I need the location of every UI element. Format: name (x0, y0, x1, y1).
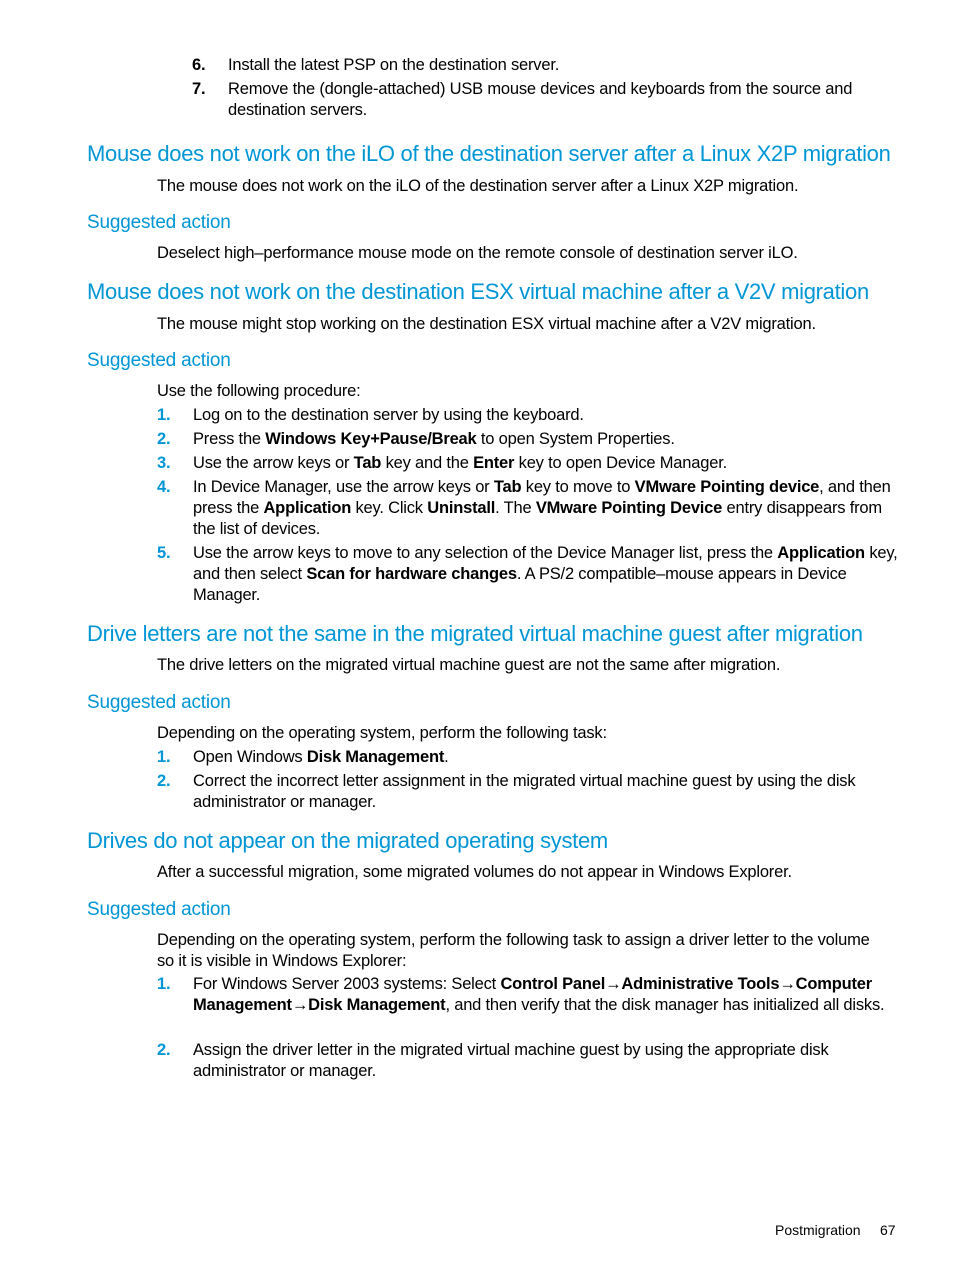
step-text: Use the arrow keys or Tab key and the En… (193, 454, 727, 472)
list-item: 1. Log on to the destination server by us… (157, 405, 902, 426)
step-number: 1. (157, 975, 171, 993)
action-text: Depending on the operating system, perfo… (157, 931, 870, 970)
section-description: The drive letters on the migrated virtua… (157, 656, 781, 674)
step-text: In Device Manager, use the arrow keys or… (193, 478, 891, 538)
section-description: The mouse might stop working on the dest… (157, 315, 816, 333)
list-item: 2. Assign the driver letter in the migrat… (157, 1040, 902, 1082)
list-item: 4. In Device Manager, use the arrow keys … (157, 477, 902, 540)
ui-term: Tab (353, 454, 382, 472)
step-text: For Windows Server 2003 systems: Select … (193, 975, 885, 1014)
section-description: The mouse does not work on the iLO of th… (157, 177, 799, 195)
step-text: Install the latest PSP on the destinatio… (228, 56, 560, 74)
ui-term: Control Panel→Administrative Tools→Compu… (193, 975, 872, 1014)
step-number: 7. (192, 80, 206, 98)
suggested-action-heading: Suggested action (87, 692, 231, 713)
step-text: Log on to the destination server by usin… (193, 406, 584, 424)
suggested-action-heading: Suggested action (87, 899, 231, 920)
ui-term: Enter (473, 454, 515, 472)
step-number: 4. (157, 478, 171, 496)
list-item: 2. Press the Windows Key+Pause/Break to o… (157, 429, 902, 450)
step-text: Remove the (dongle-attached) USB mouse d… (228, 80, 853, 119)
ui-term: Tab (493, 478, 522, 496)
step-number: 2. (157, 1041, 171, 1059)
step-number: 2. (157, 430, 171, 448)
step-text: Use the arrow keys to move to any select… (193, 544, 898, 604)
step-number: 1. (157, 406, 171, 424)
section-heading: Drives do not appear on the migrated ope… (87, 828, 608, 853)
section-heading: Mouse does not work on the iLO of the de… (87, 141, 891, 166)
step-number: 2. (157, 772, 171, 790)
list-item: 1. For Windows Server 2003 systems: Selec… (157, 974, 902, 1016)
step-text: Open Windows Disk Management. (193, 748, 449, 766)
ui-term: VMware Pointing Device (535, 499, 723, 517)
ui-term: Scan for hardware changes (306, 565, 517, 583)
section-heading: Drive letters are not the same in the mi… (87, 621, 863, 646)
list-item: 7. Remove the (dongle-attached) USB mous… (192, 79, 902, 121)
document-page: 6. Install the latest PSP on the destina… (0, 0, 954, 1271)
list-item: 3. Use the arrow keys or Tab key and the … (157, 453, 902, 474)
action-text: Depending on the operating system, perfo… (157, 724, 607, 742)
suggested-action-heading: Suggested action (87, 212, 231, 233)
list-item: 1. Open Windows Disk Management. (157, 747, 902, 768)
list-item: 5. Use the arrow keys to move to any sele… (157, 543, 902, 606)
step-number: 5. (157, 544, 171, 562)
page-number: 67 (880, 1222, 896, 1238)
step-text: Press the Windows Key+Pause/Break to ope… (193, 430, 675, 448)
ui-term: VMware Pointing device (634, 478, 820, 496)
suggested-action-heading: Suggested action (87, 350, 231, 371)
section-description: After a successful migration, some migra… (157, 863, 792, 881)
list-item: 2. Correct the incorrect letter assignmen… (157, 771, 902, 813)
action-text: Use the following procedure: (157, 382, 361, 400)
step-text: Correct the incorrect letter assignment … (193, 772, 856, 811)
ui-term: Windows Key+Pause/Break (265, 430, 477, 448)
list-item: 6. Install the latest PSP on the destina… (192, 55, 937, 76)
action-text: Deselect high–performance mouse mode on … (157, 244, 798, 262)
section-heading: Mouse does not work on the destination E… (87, 279, 869, 304)
ui-term: Application (777, 544, 865, 562)
step-number: 3. (157, 454, 171, 472)
step-number: 6. (192, 56, 206, 74)
footer-section-name: Postmigration (775, 1222, 861, 1238)
ui-term: Application (263, 499, 352, 517)
ui-term: Uninstall (427, 499, 496, 517)
step-text: Assign the driver letter in the migrated… (193, 1041, 829, 1080)
step-number: 1. (157, 748, 171, 766)
ui-term: Disk Management (306, 748, 445, 766)
